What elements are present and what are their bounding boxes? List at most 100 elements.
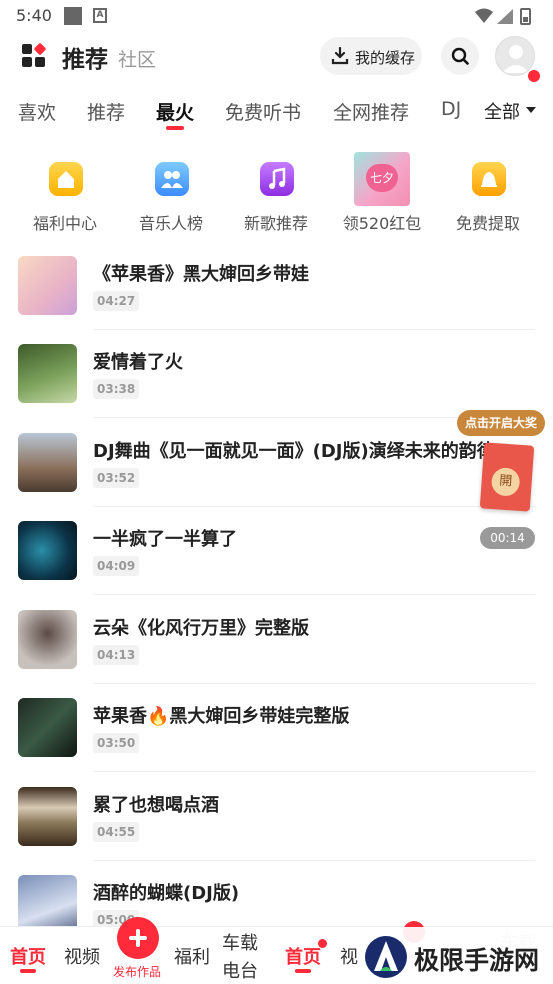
all-categories-label: 全部 — [484, 102, 520, 123]
page-title[interactable]: 推荐 — [62, 40, 108, 74]
song-row[interactable]: 云朵《化风行万里》完整版 04:13 — [0, 596, 553, 684]
preview-time-badge: 00:14 — [480, 527, 535, 549]
song-cover — [18, 344, 77, 403]
notification-square-icon — [64, 7, 82, 25]
music-note-icon — [260, 162, 294, 196]
song-row[interactable]: 爱情着了火 03:38 — [0, 330, 553, 418]
row-divider — [93, 771, 535, 772]
people-icon — [155, 162, 189, 196]
quick-entry-free-extract[interactable]: 免费提取 — [438, 150, 538, 240]
quick-entry-welfare-center[interactable]: 福利中心 — [15, 150, 115, 240]
red-packet-banner[interactable]: 点击开启大奖 — [457, 410, 545, 436]
quick-entry-row: 福利中心 音乐人榜 新歌推荐 七夕 领520红包 免费提取 — [0, 150, 553, 240]
song-row[interactable]: 累了也想喝点酒 04:55 — [0, 773, 553, 861]
avatar-notification-dot — [528, 70, 540, 82]
tab-dj[interactable]: DJ — [441, 98, 461, 120]
category-tabs: 喜欢 推荐 最火 免费听书 全网推荐 DJ 全部 — [0, 92, 553, 132]
a-notification-icon: A — [93, 8, 107, 23]
default-avatar-icon — [502, 45, 530, 73]
nav-notification-dot — [318, 939, 327, 948]
song-title: 苹果香🔥黑大婶回乡带娃完整版 — [93, 706, 350, 727]
nav-home-duplicate[interactable]: 首页 — [285, 943, 321, 969]
quick-entry-red-packet-520[interactable]: 七夕 领520红包 — [332, 150, 432, 240]
tab-like[interactable]: 喜欢 — [18, 98, 56, 125]
quick-entry-label: 领520红包 — [342, 214, 422, 233]
song-title: 爱情着了火 — [93, 352, 183, 373]
app-logo-icon — [22, 42, 47, 68]
download-icon — [331, 47, 349, 65]
search-icon — [451, 47, 469, 65]
song-row[interactable]: 一半疯了一半算了 04:09 — [0, 507, 553, 595]
nav-car-radio-line1[interactable]: 车载 — [222, 929, 258, 955]
quick-entry-label: 免费提取 — [455, 214, 520, 233]
song-title: 累了也想喝点酒 — [93, 795, 219, 816]
song-cover — [18, 698, 77, 757]
song-duration: 04:09 — [93, 556, 140, 576]
song-cover — [18, 521, 77, 580]
signal-icon — [497, 9, 513, 24]
home-icon — [49, 162, 83, 196]
search-button[interactable] — [441, 37, 479, 75]
song-cover — [18, 256, 77, 315]
publish-button[interactable] — [117, 917, 159, 959]
song-duration: 03:52 — [93, 468, 140, 488]
song-row[interactable]: 《苹果香》黑大婶回乡带娃 04:27 — [0, 242, 553, 330]
bottom-nav: 首页 视频 发布作品 福利 车载 电台 首页 视 车载 极限手游网 — [0, 917, 553, 984]
nav-home-duplicate-indicator — [295, 969, 311, 973]
caret-down-icon — [526, 107, 536, 113]
quick-entry-label: 新歌推荐 — [243, 214, 308, 233]
song-title: 一半疯了一半算了 — [93, 529, 237, 550]
system-status-icons — [475, 8, 531, 25]
bell-icon — [472, 162, 506, 196]
song-cover — [18, 787, 77, 846]
song-title: 酒醉的蝴蝶(DJ版) — [93, 883, 240, 904]
red-packet-envelope[interactable]: 開 — [479, 442, 535, 512]
top-header: 推荐 社区 我的缓存 — [0, 34, 553, 82]
status-time: 5:40 — [16, 6, 52, 25]
watermark-logo-icon — [365, 936, 407, 978]
song-title: 《苹果香》黑大婶回乡带娃 — [93, 264, 309, 285]
song-row[interactable]: 酒醉的蝴蝶(DJ版) 05:00 — [0, 861, 553, 926]
my-cache-button[interactable]: 我的缓存 — [320, 37, 422, 75]
qixi-heart: 七夕 — [366, 164, 398, 192]
tab-hottest[interactable]: 最火 — [156, 98, 194, 125]
qixi-banner-image: 七夕 — [354, 152, 410, 206]
song-duration: 04:13 — [93, 645, 140, 665]
community-tab[interactable]: 社区 — [118, 45, 156, 72]
nav-car-radio-line2[interactable]: 电台 — [222, 957, 258, 983]
quick-entry-new-songs[interactable]: 新歌推荐 — [226, 150, 326, 240]
row-divider — [93, 594, 535, 595]
song-duration: 04:55 — [93, 822, 140, 842]
song-cover — [18, 610, 77, 669]
song-duration: 04:27 — [93, 291, 140, 311]
song-row[interactable]: 苹果香🔥黑大婶回乡带娃完整版 03:50 — [0, 684, 553, 772]
nav-home-indicator — [20, 969, 36, 973]
nav-home[interactable]: 首页 — [10, 943, 46, 969]
nav-video[interactable]: 视频 — [64, 943, 100, 969]
song-title: DJ舞曲《见一面就见一面》(DJ版)演绎未来的韵律 — [93, 441, 495, 462]
publish-label: 发布作品 — [113, 965, 162, 979]
song-title: 云朵《化风行万里》完整版 — [93, 618, 309, 639]
watermark: 极限手游网 — [360, 927, 553, 984]
watermark-text: 极限手游网 — [414, 946, 540, 975]
quick-entry-label: 福利中心 — [32, 214, 97, 233]
my-cache-label: 我的缓存 — [355, 49, 416, 67]
all-categories-dropdown[interactable]: 全部 — [474, 92, 553, 132]
tab-recommend[interactable]: 推荐 — [87, 98, 125, 125]
nav-video-duplicate[interactable]: 视 — [340, 943, 358, 969]
user-avatar[interactable] — [495, 36, 535, 76]
song-list: 《苹果香》黑大婶回乡带娃 04:27 爱情着了火 03:38 DJ舞曲《见一面就… — [0, 242, 553, 926]
red-packet-open-coin: 開 — [490, 466, 521, 497]
nav-welfare[interactable]: 福利 — [174, 943, 210, 969]
tab-network-recommend[interactable]: 全网推荐 — [333, 98, 409, 125]
song-duration: 03:38 — [93, 379, 140, 399]
wifi-icon — [475, 8, 493, 23]
song-cover — [18, 875, 77, 926]
quick-entry-musician-chart[interactable]: 音乐人榜 — [121, 150, 221, 240]
quick-entry-label: 音乐人榜 — [138, 214, 203, 233]
song-cover — [18, 433, 77, 492]
song-duration: 03:50 — [93, 733, 140, 753]
tab-free-audiobook[interactable]: 免费听书 — [225, 98, 301, 125]
active-tab-indicator — [166, 126, 184, 130]
status-bar: 5:40 A — [0, 0, 553, 32]
